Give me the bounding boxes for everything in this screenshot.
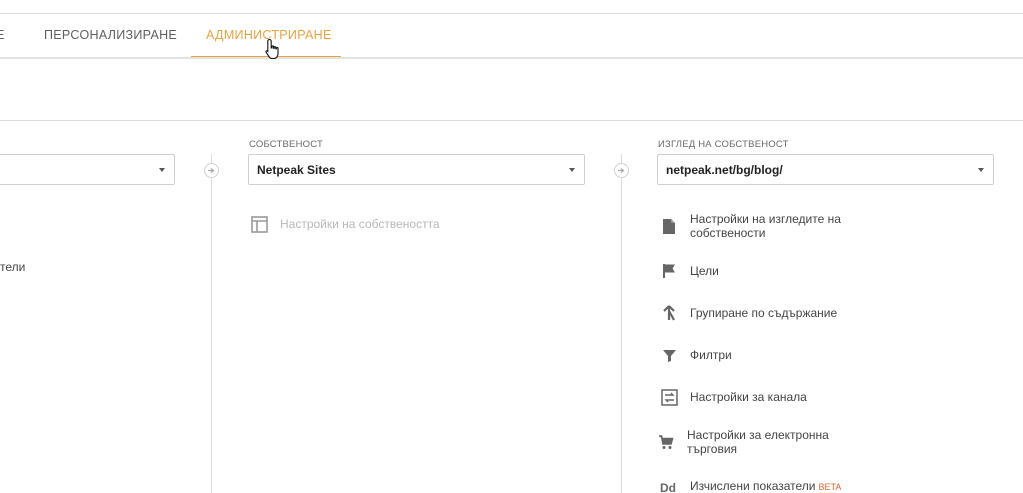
property-column-label: СОБСТВЕНОСТ xyxy=(249,139,323,150)
section-divider xyxy=(0,120,1023,121)
beta-badge: BETA xyxy=(818,482,842,492)
filters-label: Филтри xyxy=(690,348,732,362)
calculated-metrics-item[interactable]: Dd Изчислени показатели BETA xyxy=(660,478,841,493)
tabs-divider xyxy=(0,57,1023,59)
property-select-value: Netpeak Sites xyxy=(257,163,336,177)
flag-icon xyxy=(660,262,678,280)
grouping-icon xyxy=(660,304,678,322)
view-settings-label: Настройки на изгледите на собствености xyxy=(690,212,841,240)
filters-item[interactable]: Филтри xyxy=(660,346,732,364)
calculated-metrics-label: Изчислени показатели xyxy=(690,479,816,493)
goals-label: Цели xyxy=(690,264,719,278)
channel-icon xyxy=(660,388,678,406)
property-settings-label: Настройки на собствеността xyxy=(280,217,440,231)
view-select[interactable]: netpeak.net/bg/blog/ xyxy=(657,154,994,185)
channel-settings-label: Настройки за канала xyxy=(690,390,807,404)
column-divider-1 xyxy=(211,154,212,493)
arrow-right-icon xyxy=(614,163,629,178)
content-grouping-label: Групиране по съдържание xyxy=(690,306,838,320)
dropdown-arrow-icon xyxy=(159,168,165,172)
main-tabs: Е ПЕРСОНАЛИЗИРАНЕ АДМИНИСТРИРАНЕ xyxy=(0,14,1023,58)
ecommerce-settings-item[interactable]: Настройки за електронна търговия xyxy=(657,428,857,456)
property-select[interactable]: Netpeak Sites xyxy=(248,154,585,185)
ecommerce-settings-label: Настройки за електронна търговия xyxy=(687,428,829,456)
hand-cursor-icon xyxy=(265,38,279,60)
view-column-label: ИЗГЛЕД НА СОБСТВЕНОСТ xyxy=(658,139,789,150)
column-divider-2 xyxy=(621,154,622,493)
filter-icon xyxy=(660,346,678,364)
calculated-metrics-icon: Dd xyxy=(660,478,678,493)
content-grouping-item[interactable]: Групиране по съдържание xyxy=(660,304,837,322)
channel-settings-item[interactable]: Настройки за канала xyxy=(660,388,807,406)
account-select[interactable] xyxy=(0,154,175,185)
tab-previous[interactable]: Е xyxy=(0,28,5,42)
view-select-value: netpeak.net/bg/blog/ xyxy=(666,163,783,177)
dropdown-arrow-icon xyxy=(978,168,984,172)
tab-personalization[interactable]: ПЕРСОНАЛИЗИРАНЕ xyxy=(44,28,177,42)
cart-icon xyxy=(657,433,675,451)
account-item-partial[interactable]: тели xyxy=(0,260,25,274)
document-icon xyxy=(660,217,678,235)
svg-text:Dd: Dd xyxy=(660,481,676,493)
property-settings-item[interactable]: Настройки на собствеността xyxy=(250,215,440,233)
arrow-right-icon xyxy=(204,163,219,178)
layout-icon xyxy=(250,215,268,233)
view-settings-item[interactable]: Настройки на изгледите на собствености xyxy=(660,212,860,240)
dropdown-arrow-icon xyxy=(569,168,575,172)
goals-item[interactable]: Цели xyxy=(660,262,719,280)
